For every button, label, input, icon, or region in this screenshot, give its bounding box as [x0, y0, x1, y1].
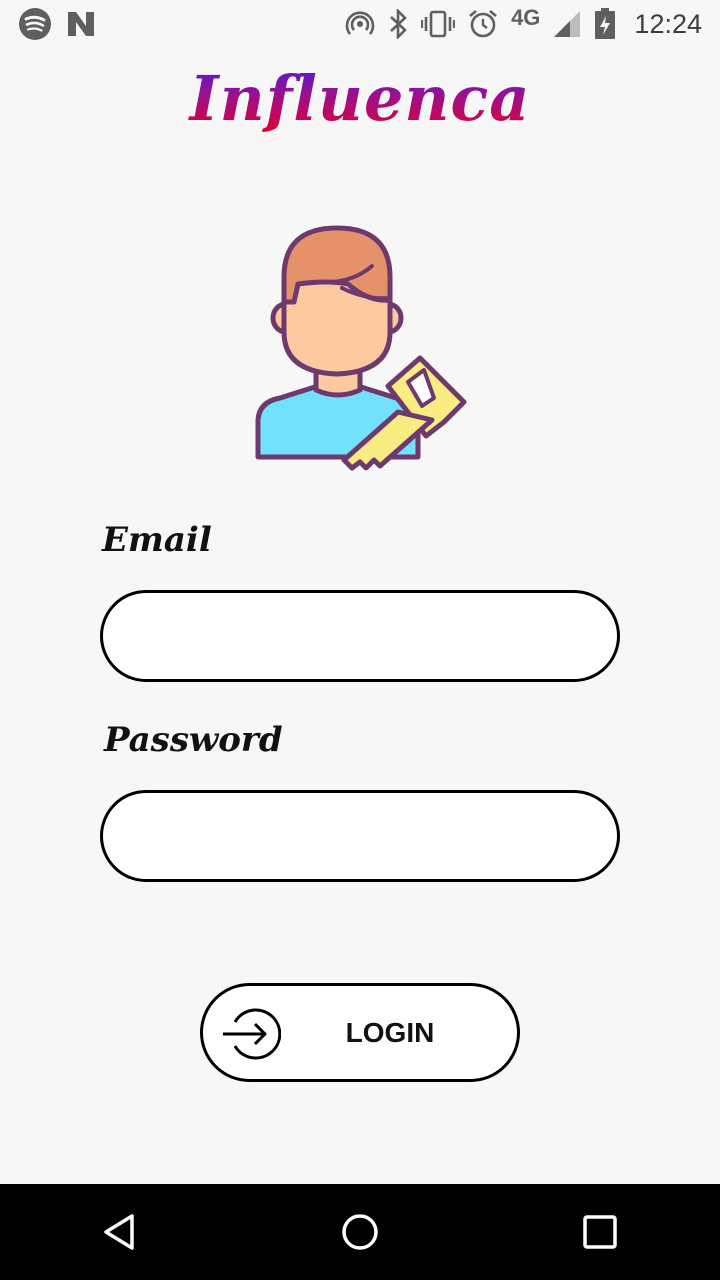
clock: 12:24	[634, 8, 702, 39]
login-button[interactable]: LOGIN	[200, 983, 520, 1082]
password-field[interactable]	[100, 790, 620, 882]
app-title: Influenca	[0, 62, 720, 135]
network-type: 4G	[511, 5, 541, 30]
recents-icon	[583, 1215, 617, 1249]
status-bar: 4G 12:24	[0, 0, 720, 48]
nav-home-button[interactable]	[300, 1184, 420, 1280]
user-key-illustration	[248, 222, 473, 492]
nav-back-button[interactable]	[60, 1184, 180, 1280]
navigation-bar	[0, 1184, 720, 1280]
alarm-icon	[467, 8, 499, 40]
nav-recents-button[interactable]	[540, 1184, 660, 1280]
battery-charging-icon	[594, 8, 616, 40]
email-field[interactable]	[100, 590, 620, 682]
password-label: Password	[104, 720, 283, 760]
n-notification-icon	[66, 10, 96, 38]
vibrate-icon	[421, 9, 456, 39]
hotspot-icon	[345, 9, 375, 39]
back-icon	[104, 1214, 134, 1250]
spotify-icon	[18, 7, 52, 41]
email-label: Email	[102, 520, 212, 560]
home-icon	[342, 1214, 378, 1250]
signal-icon	[552, 9, 582, 39]
login-label: LOGIN	[345, 1016, 435, 1048]
bluetooth-icon	[387, 9, 409, 39]
